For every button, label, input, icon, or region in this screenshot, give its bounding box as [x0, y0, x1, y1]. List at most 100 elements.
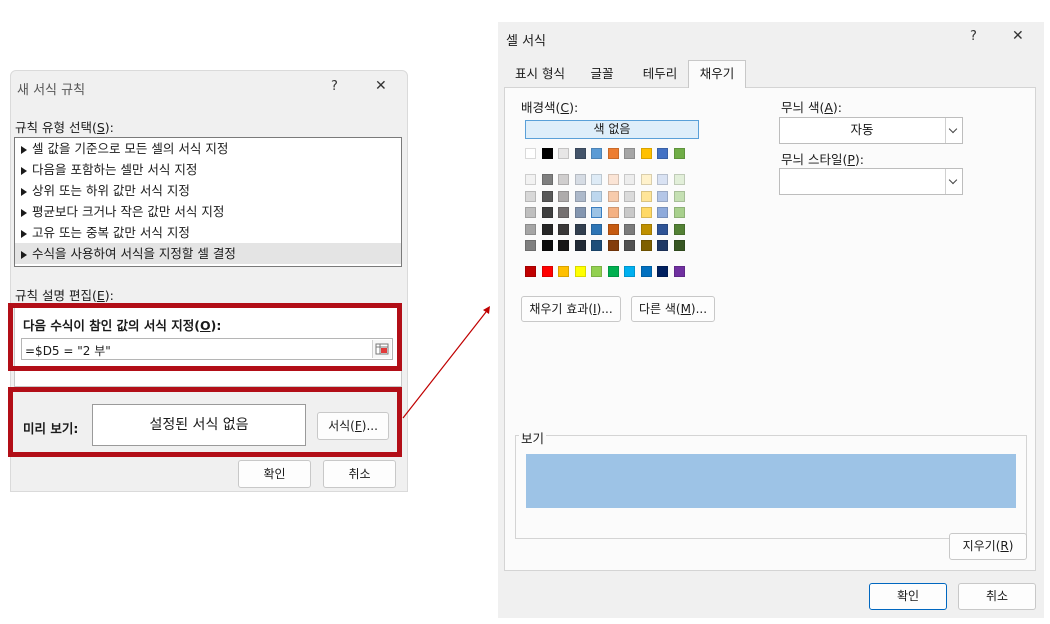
color-swatch[interactable]: [591, 266, 602, 277]
color-swatch[interactable]: [525, 148, 536, 159]
color-swatch[interactable]: [640, 240, 652, 251]
color-swatch[interactable]: [624, 266, 635, 277]
color-swatch[interactable]: [607, 190, 619, 202]
color-swatch[interactable]: [657, 207, 668, 218]
color-swatch[interactable]: [657, 240, 668, 251]
color-swatch[interactable]: [640, 148, 652, 159]
color-swatch[interactable]: [640, 223, 652, 235]
color-swatch[interactable]: [607, 240, 619, 251]
color-swatch[interactable]: [558, 207, 569, 218]
color-swatch[interactable]: [525, 223, 536, 235]
color-swatch[interactable]: [657, 190, 668, 202]
color-swatch[interactable]: [574, 174, 586, 185]
color-swatch[interactable]: [541, 148, 553, 159]
color-swatch[interactable]: [591, 190, 602, 202]
color-swatch[interactable]: [558, 223, 569, 235]
color-swatch[interactable]: [525, 207, 536, 218]
color-swatch[interactable]: [541, 240, 553, 251]
tab-border[interactable]: 테두리: [632, 62, 688, 86]
format-cells-dialog: 셀 서식 ? ✕ 표시 형식 글꼴 테두리 채우기 배경색(C): 색 없음 채…: [498, 22, 1044, 618]
color-swatch[interactable]: [607, 266, 619, 277]
more-colors-button[interactable]: 다른 색(M)...: [631, 296, 715, 322]
color-swatch[interactable]: [525, 174, 536, 185]
color-swatch[interactable]: [574, 207, 586, 218]
dropdown-arrow: [945, 169, 962, 194]
color-swatch[interactable]: [541, 174, 553, 185]
help-button[interactable]: ?: [970, 29, 977, 44]
color-swatch[interactable]: [657, 266, 668, 277]
no-color-button[interactable]: 색 없음: [525, 120, 699, 139]
color-swatch[interactable]: [673, 207, 685, 218]
color-swatch[interactable]: [591, 223, 602, 235]
color-swatch[interactable]: [624, 223, 635, 235]
pattern-style-label: 무늬 스타일(P):: [781, 152, 864, 167]
color-swatch[interactable]: [558, 266, 569, 277]
color-swatch[interactable]: [525, 240, 536, 251]
color-swatch[interactable]: [558, 148, 569, 159]
ok-button[interactable]: 확인: [869, 583, 947, 610]
color-swatch[interactable]: [558, 240, 569, 251]
pattern-style-select[interactable]: [779, 168, 963, 195]
color-swatch[interactable]: [591, 174, 602, 185]
sample-group: [515, 435, 1027, 539]
pattern-color-label: 무늬 색(A):: [781, 100, 843, 115]
color-swatch[interactable]: [624, 190, 635, 202]
color-swatch[interactable]: [591, 148, 602, 159]
color-swatch[interactable]: [574, 266, 586, 277]
color-swatch[interactable]: [640, 174, 652, 185]
bg-color-label: 배경색(C):: [521, 100, 579, 115]
clear-button[interactable]: 지우기(R): [949, 533, 1027, 560]
color-swatch[interactable]: [574, 148, 586, 159]
tab-number-format[interactable]: 표시 형식: [508, 62, 572, 86]
color-swatch[interactable]: [640, 190, 652, 202]
color-swatch[interactable]: [673, 190, 685, 202]
sample-preview: [526, 454, 1016, 508]
color-swatch[interactable]: [591, 240, 602, 251]
color-swatch[interactable]: [590, 206, 603, 219]
color-swatch[interactable]: [640, 266, 652, 277]
color-swatch[interactable]: [541, 266, 553, 277]
color-swatch[interactable]: [673, 174, 685, 185]
color-swatch[interactable]: [657, 223, 668, 235]
tab-fill[interactable]: 채우기: [688, 60, 746, 88]
color-swatch[interactable]: [525, 266, 536, 277]
fill-effects-button[interactable]: 채우기 효과(I)...: [521, 296, 621, 322]
color-swatch[interactable]: [574, 240, 586, 251]
color-swatch[interactable]: [657, 148, 668, 159]
color-swatch[interactable]: [657, 174, 668, 185]
color-swatch[interactable]: [541, 207, 553, 218]
color-swatch[interactable]: [624, 207, 635, 218]
chevron-down-icon: [948, 175, 958, 185]
cancel-button[interactable]: 취소: [958, 583, 1036, 610]
tab-font[interactable]: 글꼴: [576, 62, 628, 86]
pattern-color-value: 자동: [850, 122, 874, 137]
fill-tab-panel: 배경색(C): 색 없음 채우기 효과(I)... 다른 색(M)... 무늬 …: [504, 87, 1036, 571]
color-swatch[interactable]: [541, 190, 553, 202]
color-swatch[interactable]: [673, 240, 685, 251]
color-swatch[interactable]: [673, 223, 685, 235]
color-swatch[interactable]: [525, 190, 536, 202]
color-swatch[interactable]: [607, 174, 619, 185]
color-swatch[interactable]: [607, 223, 619, 235]
close-button[interactable]: ✕: [1012, 28, 1024, 44]
color-swatch[interactable]: [607, 207, 619, 218]
chevron-down-icon: [948, 124, 958, 134]
color-swatch[interactable]: [558, 174, 569, 185]
color-swatch[interactable]: [673, 148, 685, 159]
pattern-style-value: [780, 169, 944, 194]
color-swatch[interactable]: [624, 148, 635, 159]
color-palette: [525, 148, 705, 278]
dropdown-arrow: [945, 118, 962, 143]
color-swatch[interactable]: [624, 240, 635, 251]
color-swatch[interactable]: [607, 148, 619, 159]
color-swatch[interactable]: [558, 190, 569, 202]
color-swatch[interactable]: [541, 223, 553, 235]
color-swatch[interactable]: [574, 223, 586, 235]
sample-label: 보기: [519, 428, 547, 447]
dialog-title: 셀 서식: [506, 34, 547, 49]
color-swatch[interactable]: [624, 174, 635, 185]
color-swatch[interactable]: [574, 190, 586, 202]
color-swatch[interactable]: [640, 207, 652, 218]
pattern-color-select[interactable]: 자동: [779, 117, 963, 144]
color-swatch[interactable]: [673, 266, 685, 277]
